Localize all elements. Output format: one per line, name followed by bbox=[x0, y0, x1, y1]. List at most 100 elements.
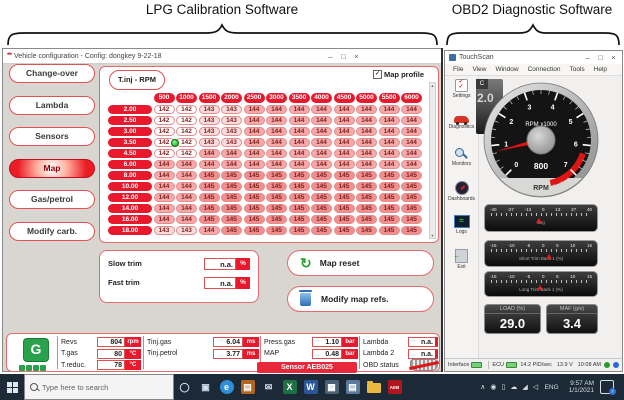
tray-chevron-icon[interactable]: ∧ bbox=[480, 383, 485, 391]
map-cell[interactable]: 145 bbox=[288, 225, 310, 235]
map-cell[interactable]: 144 bbox=[401, 159, 422, 169]
map-cell[interactable]: 143 bbox=[221, 104, 242, 114]
map-cell[interactable]: 145 bbox=[401, 181, 422, 191]
tray-contact-icon[interactable]: ◉ bbox=[490, 383, 496, 391]
map-cell[interactable]: 145 bbox=[243, 214, 265, 224]
map-cell[interactable]: 142 bbox=[153, 126, 175, 136]
map-cell[interactable]: 144 bbox=[356, 159, 377, 169]
map-row-header[interactable]: 16.00 bbox=[108, 214, 152, 224]
map-cell[interactable]: 144 bbox=[378, 126, 400, 136]
map-cell[interactable]: 145 bbox=[198, 214, 220, 224]
taskbar-app[interactable]: e bbox=[216, 374, 237, 400]
touchscan-close-button[interactable]: × bbox=[607, 53, 620, 62]
map-cell[interactable]: 145 bbox=[221, 192, 242, 202]
lpg-minimize-button[interactable]: – bbox=[324, 52, 337, 61]
map-cell[interactable]: 145 bbox=[243, 203, 265, 213]
map-cell[interactable]: 145 bbox=[401, 192, 422, 202]
map-cell[interactable]: 144 bbox=[288, 104, 310, 114]
map-cell[interactable]: 144 bbox=[356, 115, 377, 125]
map-column-header[interactable]: 1000 bbox=[176, 93, 197, 103]
map-cell[interactable]: 144 bbox=[153, 170, 175, 180]
map-cell[interactable]: 145 bbox=[311, 192, 332, 202]
map-cell[interactable]: 144 bbox=[243, 104, 265, 114]
sidebar-item-monitors[interactable]: Monitors bbox=[445, 144, 478, 178]
taskbar-app[interactable]: ▤ bbox=[342, 374, 363, 400]
map-reset-button[interactable]: ↻ Map reset bbox=[287, 250, 434, 276]
map-cell[interactable]: 145 bbox=[401, 214, 422, 224]
sidebar-item-diagnostics[interactable]: Diagnostics bbox=[445, 110, 478, 144]
map-cell[interactable]: 144 bbox=[333, 148, 355, 158]
map-cell[interactable]: 145 bbox=[198, 181, 220, 191]
map-cell[interactable]: 145 bbox=[356, 214, 377, 224]
sidebar-button-sensors[interactable]: Sensors bbox=[9, 127, 95, 146]
map-cell[interactable]: 145 bbox=[378, 214, 400, 224]
map-cell[interactable]: 142 bbox=[176, 137, 197, 147]
map-column-header[interactable]: 2000 bbox=[221, 93, 242, 103]
taskbar-app[interactable]: ▣ bbox=[195, 374, 216, 400]
lpg-maximize-button[interactable]: □ bbox=[337, 52, 350, 61]
map-cell[interactable]: 145 bbox=[333, 192, 355, 202]
map-cell[interactable]: 144 bbox=[153, 159, 175, 169]
map-cell[interactable]: 145 bbox=[266, 214, 287, 224]
map-cell[interactable]: 144 bbox=[176, 181, 197, 191]
map-cell[interactable]: 144 bbox=[198, 225, 220, 235]
map-cell[interactable]: 144 bbox=[333, 115, 355, 125]
map-cell[interactable]: 144 bbox=[266, 137, 287, 147]
start-button[interactable] bbox=[0, 374, 24, 400]
map-cell[interactable]: 145 bbox=[221, 225, 242, 235]
map-cell[interactable]: 144 bbox=[266, 104, 287, 114]
map-cell[interactable]: 145 bbox=[243, 192, 265, 202]
map-cell[interactable]: 145 bbox=[198, 170, 220, 180]
map-cell[interactable]: 145 bbox=[333, 225, 355, 235]
map-cell[interactable]: 144 bbox=[288, 137, 310, 147]
map-cell[interactable]: 145 bbox=[266, 203, 287, 213]
map-cell[interactable]: 142 bbox=[176, 148, 197, 158]
map-row-header[interactable]: 2.00 bbox=[108, 104, 152, 114]
taskbar-app[interactable] bbox=[363, 374, 384, 400]
map-cell[interactable]: 143 bbox=[153, 225, 175, 235]
map-cell[interactable]: 145 bbox=[378, 170, 400, 180]
map-cell[interactable]: 145 bbox=[288, 170, 310, 180]
map-column-header[interactable]: 4000 bbox=[311, 93, 332, 103]
map-cell[interactable]: 145 bbox=[311, 214, 332, 224]
map-cell[interactable]: 142 bbox=[153, 115, 175, 125]
map-cell[interactable]: 144 bbox=[401, 126, 422, 136]
taskbar-app[interactable]: ✉ bbox=[258, 374, 279, 400]
sidebar-button-lambda[interactable]: Lambda bbox=[9, 95, 95, 115]
map-cell[interactable]: 144 bbox=[356, 126, 377, 136]
menu-item-tools[interactable]: Tools bbox=[569, 66, 584, 73]
taskbar-app[interactable]: ▤ bbox=[237, 374, 258, 400]
sidebar-item-logs[interactable]: Logs bbox=[445, 212, 478, 246]
map-cell[interactable]: 142 bbox=[153, 148, 175, 158]
touchscan-maximize-button[interactable]: □ bbox=[594, 53, 607, 62]
map-cell[interactable]: 144 bbox=[311, 126, 332, 136]
map-cell[interactable]: 145 bbox=[311, 203, 332, 213]
touchscan-minimize-button[interactable]: – bbox=[581, 53, 594, 62]
map-cell[interactable]: 144 bbox=[311, 115, 332, 125]
map-cell[interactable]: 144 bbox=[221, 148, 242, 158]
sidebar-item-exit[interactable]: Exit bbox=[445, 246, 478, 280]
taskbar-app[interactable]: ▦ bbox=[321, 374, 342, 400]
network-icon[interactable]: ◢ bbox=[522, 383, 527, 391]
map-cell[interactable]: 144 bbox=[198, 148, 220, 158]
map-cell[interactable]: 145 bbox=[333, 181, 355, 191]
map-cell[interactable]: 144 bbox=[266, 126, 287, 136]
map-row-header[interactable]: 10.00 bbox=[108, 181, 152, 191]
map-cell[interactable]: 145 bbox=[333, 203, 355, 213]
sidebar-button-gas-petrol[interactable]: Gas/petrol bbox=[9, 190, 95, 209]
map-cell[interactable]: 144 bbox=[288, 159, 310, 169]
map-cell[interactable]: 143 bbox=[221, 126, 242, 136]
map-cell[interactable]: 144 bbox=[311, 137, 332, 147]
map-cell[interactable]: 145 bbox=[221, 203, 242, 213]
map-row-header[interactable]: 18.00 bbox=[108, 225, 152, 235]
map-cell[interactable]: 144 bbox=[176, 159, 197, 169]
map-column-header[interactable]: 500 bbox=[153, 93, 175, 103]
map-cell[interactable]: 144 bbox=[401, 148, 422, 158]
map-cell[interactable]: 144 bbox=[153, 181, 175, 191]
sidebar-item-settings[interactable]: Settings bbox=[445, 76, 478, 110]
sidebar-button-map[interactable]: Map bbox=[9, 158, 95, 178]
map-cell[interactable]: 144 bbox=[378, 104, 400, 114]
map-column-header[interactable]: 3500 bbox=[288, 93, 310, 103]
map-cell[interactable]: 145 bbox=[266, 192, 287, 202]
map-cell[interactable]: 144 bbox=[243, 148, 265, 158]
